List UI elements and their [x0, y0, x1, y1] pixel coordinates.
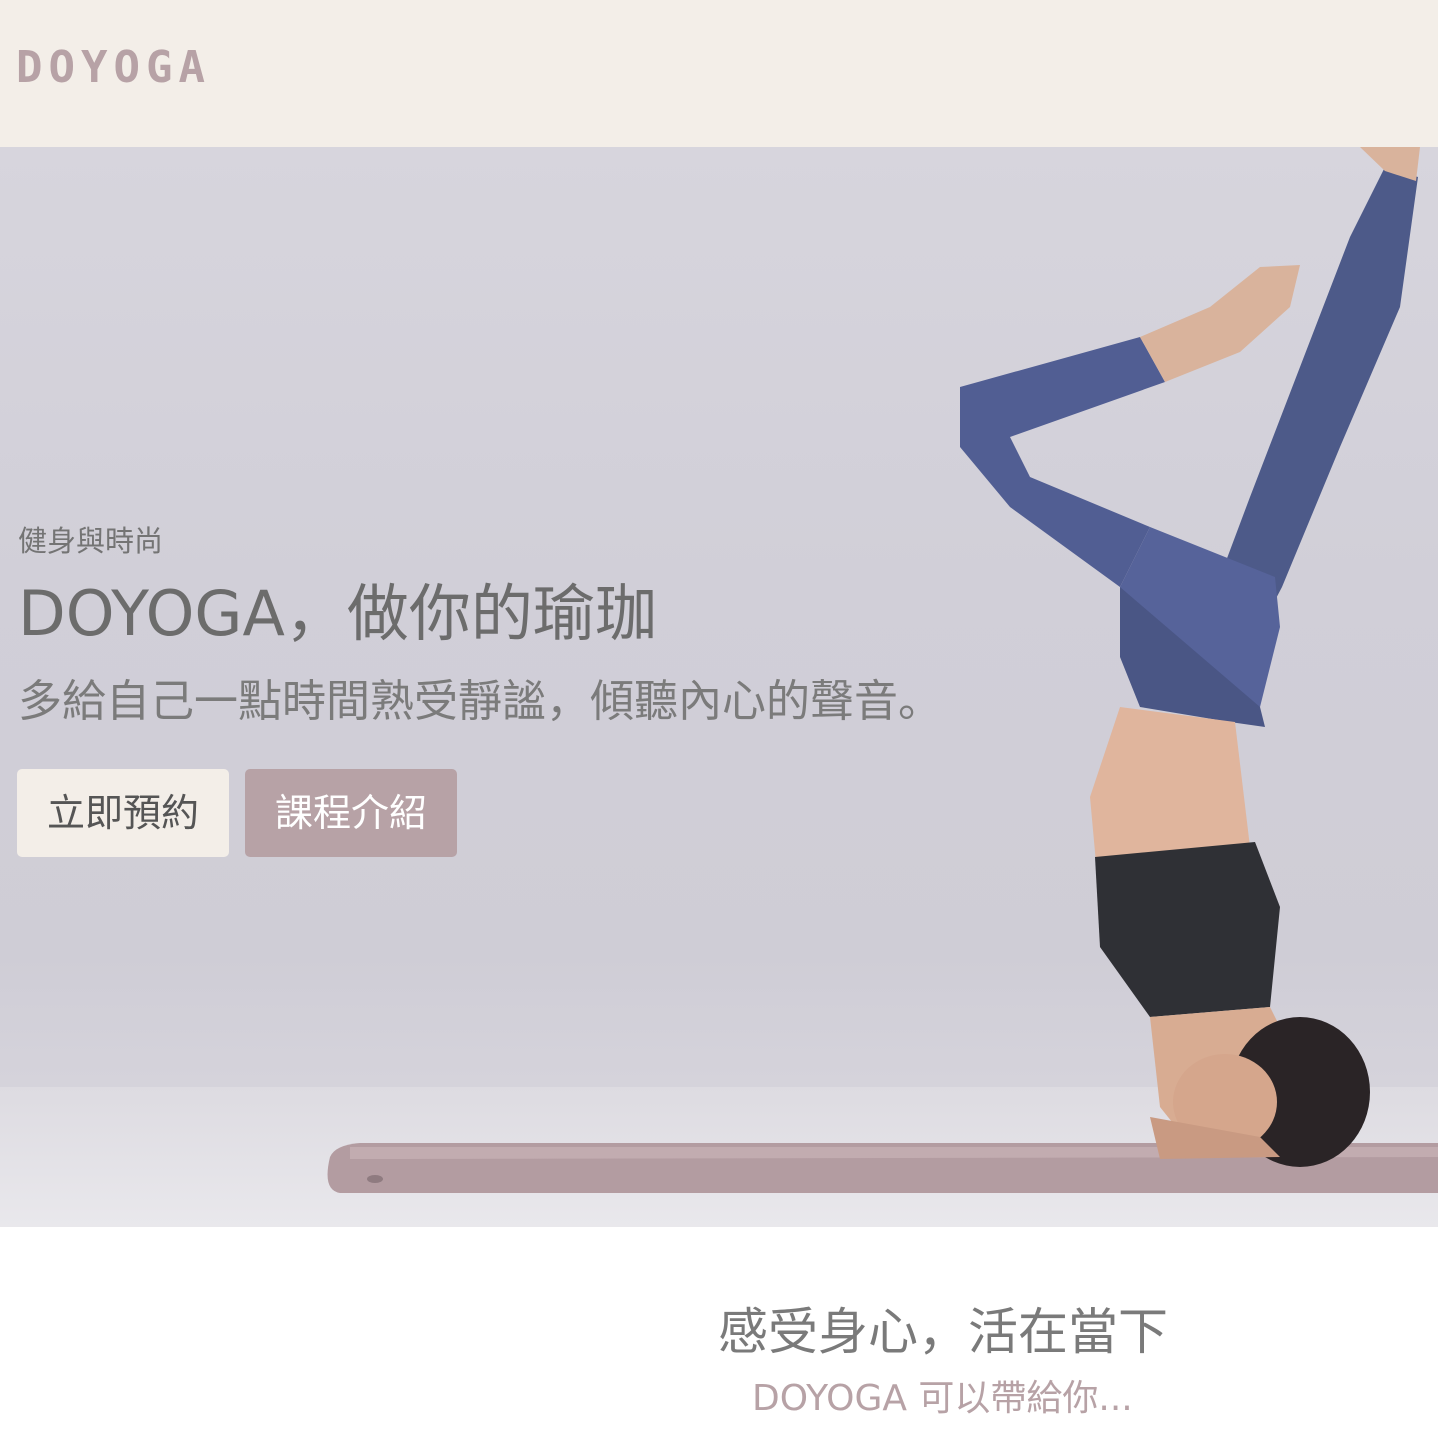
- feature-subtitle: DOYOGA 可以帶給你...: [752, 1378, 1133, 1419]
- site-header: DOYOGA: [0, 0, 1438, 147]
- brand-logo[interactable]: DOYOGA: [16, 42, 211, 94]
- hero-headline: DOYOGA，做你的瑜珈: [18, 577, 657, 650]
- feature-section: 感受身心，活在當下 DOYOGA 可以帶給你...: [0, 1227, 1438, 1438]
- feature-title: 感受身心，活在當下: [718, 1303, 1168, 1361]
- hero-subheadline: 多給自己一點時間熟受靜謐，傾聽內心的聲音。: [18, 676, 942, 727]
- hero-eyebrow: 健身與時尚: [18, 524, 164, 558]
- page: DOYOGA 健身與時尚 DOYOGA，做你的瑜珈 多給自己一點時間熟受靜謐，傾…: [0, 0, 1438, 1438]
- course-intro-button[interactable]: 課程介紹: [245, 769, 457, 857]
- hero-section: 健身與時尚 DOYOGA，做你的瑜珈 多給自己一點時間熟受靜謐，傾聽內心的聲音。…: [0, 147, 1438, 1227]
- book-now-button[interactable]: 立即預約: [17, 769, 229, 857]
